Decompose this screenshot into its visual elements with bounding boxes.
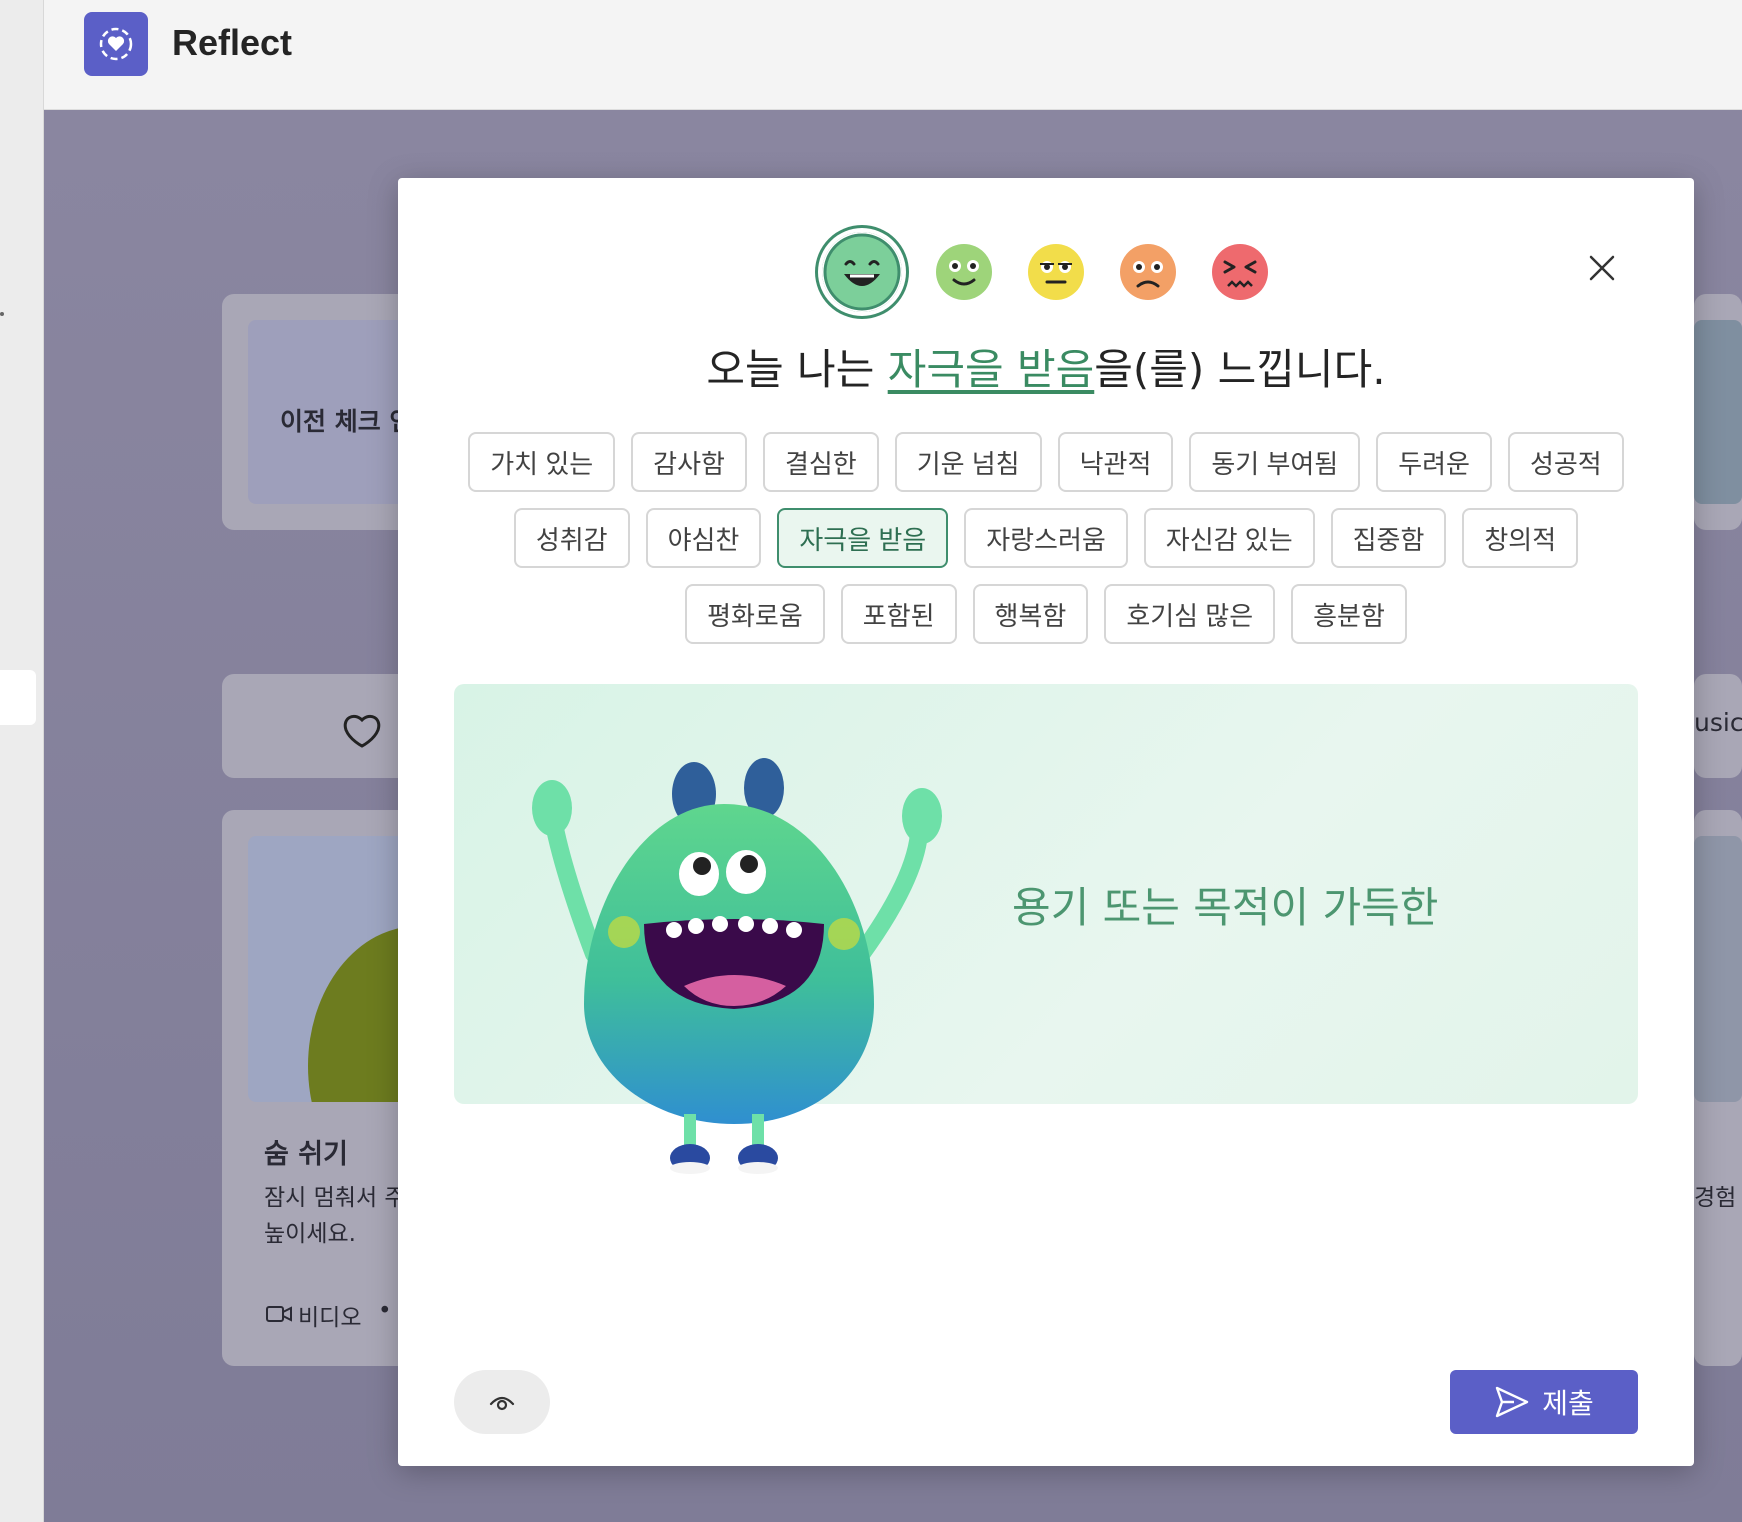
card-description: 경험 xyxy=(1694,1185,1737,1211)
slightly-happy-emoji[interactable] xyxy=(934,242,994,302)
right-card-top[interactable] xyxy=(1694,294,1742,530)
mood-selector xyxy=(398,232,1694,312)
very-happy-emoji[interactable] xyxy=(822,232,902,312)
feeling-chip[interactable]: 결심한 xyxy=(762,432,879,492)
sad-emoji[interactable] xyxy=(1118,242,1178,302)
right-card-bottom[interactable]: 경험 xyxy=(1694,810,1742,1366)
leaf-heart-icon xyxy=(340,708,384,752)
feeling-chip[interactable]: 낙관적 xyxy=(1057,432,1174,492)
feeling-chip[interactable]: 흥분함 xyxy=(1291,584,1407,644)
card-label: usic xyxy=(1694,708,1742,737)
feeling-chip[interactable]: 창의적 xyxy=(1462,508,1579,568)
send-icon xyxy=(1496,1386,1529,1418)
visibility-toggle-button[interactable] xyxy=(454,1370,550,1434)
card-image xyxy=(1694,320,1742,504)
feeling-chips: 가치 있는 감사함 결심한 기운 넘침 낙관적 동기 부여됨 두려운 성공적 성… xyxy=(438,432,1654,644)
feeling-chip[interactable]: 가치 있는 xyxy=(468,432,616,492)
feeling-chip[interactable]: 포함된 xyxy=(840,584,957,644)
feeling-chip[interactable]: 기운 넘침 xyxy=(894,432,1042,492)
feeling-chip[interactable]: 두려운 xyxy=(1376,432,1492,492)
neutral-emoji[interactable] xyxy=(1026,242,1086,302)
feeling-chip[interactable]: 성공적 xyxy=(1507,432,1624,492)
music-card[interactable]: usic xyxy=(1694,674,1742,778)
video-icon xyxy=(266,1304,292,1328)
feeling-chip[interactable]: 자랑스러움 xyxy=(964,508,1128,568)
selected-feeling-highlight: 자극을 받음 xyxy=(887,345,1095,394)
app-title: Reflect xyxy=(172,22,293,63)
feeling-question: 오늘 나는 자극을 받음을(를) 느낍니다. xyxy=(398,336,1694,397)
rail-indicator xyxy=(0,312,4,316)
card-meta-separator: • xyxy=(378,1298,392,1324)
question-suffix: 을(를) 느낍니다. xyxy=(1094,345,1386,394)
feeling-chip[interactable]: 행복함 xyxy=(972,584,1089,644)
card-meta: 비디오 xyxy=(298,1305,362,1331)
upset-emoji[interactable] xyxy=(1210,242,1270,302)
feeling-chip[interactable]: 평화로움 xyxy=(685,584,825,644)
rail-active-item[interactable] xyxy=(0,670,36,725)
heart-ring-icon xyxy=(84,12,148,76)
monster-illustration xyxy=(532,758,942,1174)
feeling-chip[interactable]: 동기 부여됨 xyxy=(1189,432,1361,492)
feeling-description: 용기 또는 목적이 가득한 xyxy=(1012,883,1439,932)
feeling-detail-panel: 용기 또는 목적이 가득한 xyxy=(454,684,1638,1174)
submit-label: 제출 xyxy=(1542,1388,1594,1419)
question-prefix: 오늘 나는 xyxy=(706,345,888,394)
feeling-chip[interactable]: 호기심 많은 xyxy=(1104,584,1276,644)
feeling-chip[interactable]: 야심찬 xyxy=(645,508,762,568)
left-rail xyxy=(0,0,44,1522)
app-header: Reflect xyxy=(44,0,1742,110)
feeling-chip[interactable]: 집중함 xyxy=(1330,508,1447,568)
eye-icon xyxy=(489,1396,515,1411)
submit-button[interactable]: 제출 xyxy=(1450,1370,1638,1434)
feeling-chip[interactable]: 감사함 xyxy=(631,432,747,492)
feeling-chip[interactable]: 성취감 xyxy=(513,508,630,568)
card-image xyxy=(1694,836,1742,1102)
feeling-chip-selected[interactable]: 자극을 받음 xyxy=(777,508,949,568)
checkin-dialog: 오늘 나는 자극을 받음을(를) 느낍니다. 가치 있는 감사함 결심한 기운 … xyxy=(398,178,1694,1466)
feeling-chip[interactable]: 자신감 있는 xyxy=(1143,508,1315,568)
